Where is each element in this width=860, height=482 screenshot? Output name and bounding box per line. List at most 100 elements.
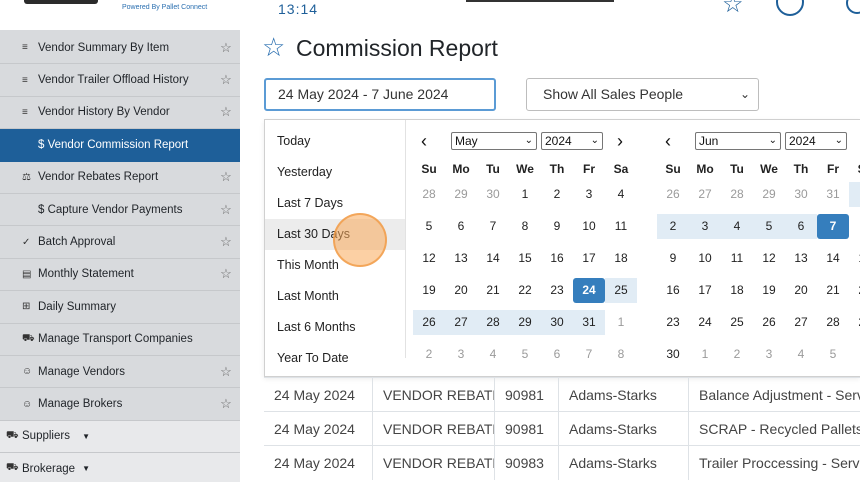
calendar-day[interactable]: 3 [753,342,785,367]
calendar-day[interactable]: 2 [657,214,689,239]
range-option[interactable]: Last 6 Months [265,312,405,343]
calendar-day[interactable]: 21 [477,278,509,303]
sidebar-item-capture-vendor-payments[interactable]: $ Capture Vendor Payments ☆ [0,194,240,227]
calendar-day[interactable]: 13 [785,246,817,271]
calendar-day[interactable]: 21 [817,278,849,303]
calendar-day[interactable]: 19 [413,278,445,303]
calendar-day[interactable]: 16 [657,278,689,303]
calendar-day[interactable]: 1 [849,182,860,207]
year-select-right[interactable]: 2024 ⌄ [785,132,847,150]
calendar-day[interactable]: 30 [541,310,573,335]
calendar-day[interactable]: 12 [753,246,785,271]
company-logo[interactable] [24,0,98,4]
calendar-day[interactable]: 28 [413,182,445,207]
range-option[interactable]: Last 30 Days [265,219,405,250]
calendar-day[interactable]: 26 [413,310,445,335]
calendar-day[interactable]: 30 [785,182,817,207]
sales-people-select[interactable]: Show All Sales People ⌄ [526,78,759,111]
range-option[interactable]: Last 7 Days [265,188,405,219]
calendar-day[interactable]: 15 [509,246,541,271]
calendar-day[interactable]: 20 [445,278,477,303]
range-option[interactable]: This Month [265,250,405,281]
calendar-day[interactable]: 26 [657,182,689,207]
calendar-day[interactable]: 4 [785,342,817,367]
favorite-star-icon[interactable]: ☆ [212,396,240,412]
calendar-day[interactable]: 25 [605,278,637,303]
calendar-day[interactable]: 30 [657,342,689,367]
range-option[interactable]: Last Month [265,281,405,312]
calendar-day[interactable]: 23 [657,310,689,335]
month-select-right[interactable]: Jun ⌄ [695,132,781,150]
calendar-day[interactable]: 22 [849,278,860,303]
calendar-day[interactable]: 27 [445,310,477,335]
calendar-day[interactable]: 6 [785,214,817,239]
calendar-day[interactable]: 26 [753,310,785,335]
calendar-day[interactable]: 18 [721,278,753,303]
calendar-day[interactable]: 7 [817,214,849,239]
next-month-icon[interactable]: › [617,132,623,150]
calendar-day[interactable]: 27 [785,310,817,335]
calendar-day[interactable]: 3 [689,214,721,239]
calendar-day[interactable]: 13 [445,246,477,271]
sidebar-item-daily-summary[interactable]: ⊞ Daily Summary [0,291,240,324]
calendar-day[interactable]: 15 [849,246,860,271]
calendar-day[interactable]: 5 [753,214,785,239]
calendar-day[interactable]: 8 [849,214,860,239]
favorite-star-icon[interactable]: ☆ [262,33,285,61]
calendar-day[interactable]: 18 [605,246,637,271]
calendar-day[interactable]: 28 [721,182,753,207]
calendar-day[interactable]: 5 [817,342,849,367]
table-row[interactable]: 24 May 2024 VENDOR REBATE 90981 Adams-Stark… [264,377,860,412]
calendar-day[interactable]: 24 [573,278,605,303]
calendar-day[interactable]: 6 [849,342,860,367]
calendar-day[interactable]: 17 [573,246,605,271]
favorite-star-icon[interactable]: ☆ [212,266,240,282]
calendar-day[interactable]: 7 [573,342,605,367]
calendar-day[interactable]: 14 [477,246,509,271]
calendar-day[interactable]: 5 [413,214,445,239]
range-option[interactable]: Year To Date [265,343,405,374]
calendar-day[interactable]: 10 [573,214,605,239]
calendar-day[interactable]: 14 [817,246,849,271]
calendar-day[interactable]: 1 [689,342,721,367]
date-range-input[interactable]: 24 May 2024 - 7 June 2024 [264,78,496,111]
calendar-day[interactable]: 29 [849,310,860,335]
calendar-day[interactable]: 8 [509,214,541,239]
calendar-day[interactable]: 12 [413,246,445,271]
favorite-star-icon[interactable]: ☆ [212,234,240,250]
sidebar-item-manage-vendors[interactable]: ☺ Manage Vendors ☆ [0,356,240,389]
calendar-day[interactable]: 25 [721,310,753,335]
calendar-day[interactable]: 29 [753,182,785,207]
month-select-left[interactable]: May ⌄ [451,132,537,150]
user-profile-icon[interactable] [776,0,804,16]
sidebar-item-vendor-commission-report[interactable]: $ Vendor Commission Report [0,129,240,162]
sidebar-item-brokerage[interactable]: ⛟ Brokerage ▼ [0,453,240,482]
sidebar-item-manage-brokers[interactable]: ☺ Manage Brokers ☆ [0,388,240,421]
calendar-day[interactable]: 10 [689,246,721,271]
calendar-day[interactable]: 2 [721,342,753,367]
table-row[interactable]: 24 May 2024 VENDOR REBATE 90981 Adams-Stark… [264,411,860,446]
calendar-day[interactable]: 9 [541,214,573,239]
calendar-day[interactable]: 30 [477,182,509,207]
calendar-day[interactable]: 7 [477,214,509,239]
calendar-day[interactable]: 29 [509,310,541,335]
calendar-day[interactable]: 3 [573,182,605,207]
year-select-left[interactable]: 2024 ⌄ [541,132,603,150]
calendar-day[interactable]: 2 [413,342,445,367]
favorite-star-icon[interactable]: ☆ [212,104,240,120]
sidebar-item-vendor-trailer-offload-history[interactable]: ≡ Vendor Trailer Offload History ☆ [0,64,240,97]
favorites-star-icon[interactable]: ☆ [722,0,744,19]
favorite-star-icon[interactable]: ☆ [212,364,240,380]
range-option[interactable]: Yesterday [265,157,405,188]
calendar-day[interactable]: 29 [445,182,477,207]
favorite-star-icon[interactable]: ☆ [212,169,240,185]
calendar-day[interactable]: 20 [785,278,817,303]
sidebar-item-suppliers[interactable]: ⛟ Suppliers ▼ [0,420,240,454]
calendar-day[interactable]: 6 [541,342,573,367]
calendar-day[interactable]: 1 [605,310,637,335]
calendar-day[interactable]: 4 [721,214,753,239]
calendar-day[interactable]: 1 [509,182,541,207]
range-option[interactable]: Today [265,126,405,157]
calendar-day[interactable]: 6 [445,214,477,239]
calendar-day[interactable]: 5 [509,342,541,367]
